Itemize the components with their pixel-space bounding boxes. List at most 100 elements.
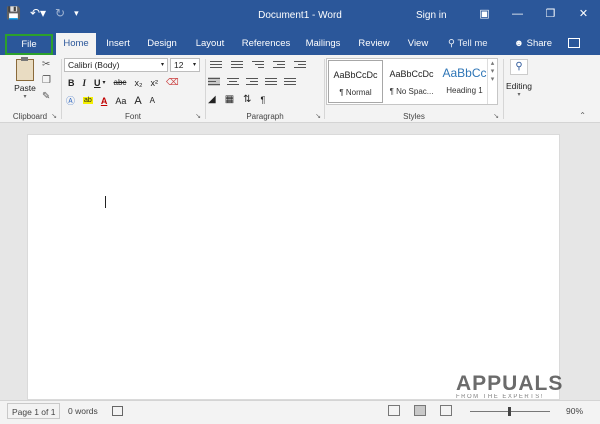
- clear-formatting-icon[interactable]: ⌫: [166, 77, 179, 88]
- align-right-icon[interactable]: [246, 77, 258, 86]
- bullets-icon[interactable]: [210, 60, 222, 69]
- appuals-watermark: APPUALS FROM THE EXPERTS!: [456, 372, 594, 412]
- multilevel-list-icon[interactable]: [252, 60, 264, 69]
- read-mode-icon[interactable]: [388, 405, 400, 416]
- font-group: Calibri (Body) ▾ 12 ▾ B I U ▾ abc x₂ x² …: [62, 55, 204, 123]
- share-label: Share: [526, 38, 552, 49]
- document-page[interactable]: [27, 134, 560, 400]
- clipboard-group: Paste ▾ ✂ ❐ ✎ Clipboard ↘: [0, 55, 60, 123]
- watermark-tagline: FROM THE EXPERTS!: [456, 394, 544, 400]
- show-formatting-button[interactable]: ¶: [261, 95, 266, 105]
- title-bar: 💾 ↶▾ ↻ ▾ Document1 - Word Sign in ▣ — ❐ …: [0, 0, 600, 33]
- tab-design[interactable]: Design: [145, 33, 179, 55]
- increase-indent-icon[interactable]: [294, 60, 306, 69]
- format-painter-icon[interactable]: ✎: [42, 91, 51, 102]
- font-size-select[interactable]: 12 ▾: [170, 58, 200, 72]
- shrink-font-button[interactable]: A: [150, 96, 155, 105]
- close-icon[interactable]: ✕: [567, 4, 600, 24]
- tab-references[interactable]: References: [240, 33, 292, 55]
- undo-icon[interactable]: ↶▾: [30, 6, 46, 20]
- quick-access-toolbar: 💾 ↶▾ ↻ ▾: [6, 6, 79, 20]
- tab-view[interactable]: View: [403, 33, 433, 55]
- grow-font-button[interactable]: A: [134, 95, 141, 107]
- align-left-icon[interactable]: [208, 77, 220, 86]
- borders-icon[interactable]: ▦: [225, 94, 234, 105]
- shading-icon[interactable]: ◢: [208, 94, 216, 105]
- cut-icon[interactable]: ✂: [42, 59, 51, 70]
- decrease-indent-icon[interactable]: [273, 60, 285, 69]
- tab-file[interactable]: File: [5, 34, 53, 55]
- chevron-down-icon: ▾: [517, 92, 521, 98]
- tab-home[interactable]: Home: [56, 33, 96, 55]
- bold-button[interactable]: B: [68, 78, 75, 88]
- underline-button[interactable]: U: [94, 78, 101, 88]
- minimize-icon[interactable]: —: [501, 4, 534, 24]
- document-title: Document1 - Word: [258, 10, 342, 21]
- find-icon: ⚲: [510, 59, 528, 75]
- watermark-logo: APPUALS: [456, 372, 564, 395]
- editing-group[interactable]: ⚲ Editing ▾: [504, 55, 534, 123]
- print-layout-icon[interactable]: [414, 405, 426, 416]
- editing-label: Editing: [506, 81, 532, 91]
- font-color-icon[interactable]: A: [101, 96, 108, 106]
- align-center-icon[interactable]: [227, 77, 239, 86]
- sort-icon[interactable]: ⇅: [243, 94, 251, 105]
- comments-icon[interactable]: [568, 38, 580, 48]
- change-case-button[interactable]: Aa: [115, 96, 126, 106]
- chevron-down-icon: ▾: [102, 80, 106, 86]
- paste-icon: [16, 57, 34, 81]
- paste-button[interactable]: Paste ▾: [10, 57, 40, 100]
- styles-group-label: Styles: [403, 112, 425, 121]
- clipboard-launcher-icon[interactable]: ↘: [51, 112, 57, 120]
- ribbon-tabs: File Home Insert Design Layout Reference…: [0, 33, 600, 55]
- strikethrough-button[interactable]: abc: [114, 78, 127, 87]
- proofing-icon[interactable]: [112, 406, 123, 416]
- tell-me-label: Tell me: [457, 38, 488, 49]
- superscript-button[interactable]: x²: [150, 78, 158, 88]
- chevron-down-icon: ▾: [160, 62, 164, 68]
- italic-button[interactable]: I: [83, 78, 87, 88]
- lightbulb-icon: ⚲: [448, 38, 455, 49]
- text-cursor: [105, 196, 106, 208]
- word-count[interactable]: 0 words: [64, 403, 102, 419]
- styles-launcher-icon[interactable]: ↘: [493, 112, 499, 120]
- web-layout-icon[interactable]: [440, 405, 452, 416]
- justify-icon[interactable]: [265, 77, 277, 86]
- redo-icon[interactable]: ↻: [55, 6, 65, 20]
- tell-me-box[interactable]: ⚲ Tell me: [448, 33, 488, 55]
- sign-in-link[interactable]: Sign in: [416, 10, 447, 21]
- share-button[interactable]: ☻ Share: [514, 33, 552, 55]
- styles-group: Styles ↘: [326, 55, 502, 123]
- window-controls: ▣ — ❐ ✕: [468, 4, 600, 24]
- save-icon[interactable]: 💾: [6, 6, 21, 20]
- font-size-value: 12: [174, 60, 184, 70]
- tab-layout[interactable]: Layout: [192, 33, 228, 55]
- highlight-icon[interactable]: ab: [83, 97, 93, 104]
- font-name-select[interactable]: Calibri (Body) ▾: [64, 58, 168, 72]
- text-effects-icon[interactable]: Ⓐ: [66, 94, 75, 107]
- person-icon: ☻: [514, 38, 524, 49]
- ribbon-home: Paste ▾ ✂ ❐ ✎ Clipboard ↘ Calibri (Body)…: [0, 55, 600, 123]
- word-window: 💾 ↶▾ ↻ ▾ Document1 - Word Sign in ▣ — ❐ …: [0, 0, 600, 424]
- font-name-value: Calibri (Body): [68, 60, 120, 70]
- customize-qat-icon[interactable]: ▾: [74, 8, 79, 19]
- divider: [324, 59, 325, 119]
- copy-icon[interactable]: ❐: [42, 75, 51, 86]
- paragraph-group: ◢ ▦ ⇅ ¶ Paragraph ↘: [206, 55, 324, 123]
- ribbon-display-options-icon[interactable]: ▣: [468, 4, 501, 24]
- page-count[interactable]: Page 1 of 1: [7, 403, 61, 419]
- tab-mailings[interactable]: Mailings: [303, 33, 343, 55]
- line-spacing-icon[interactable]: [284, 77, 296, 86]
- numbering-icon[interactable]: [231, 60, 243, 69]
- collapse-ribbon-icon[interactable]: ⌃: [579, 111, 586, 120]
- paragraph-group-label: Paragraph: [246, 112, 284, 121]
- chevron-down-icon: ▾: [192, 62, 196, 68]
- paste-label: Paste: [14, 83, 36, 93]
- tab-insert[interactable]: Insert: [103, 33, 133, 55]
- restore-icon[interactable]: ❐: [534, 4, 567, 24]
- tab-review[interactable]: Review: [357, 33, 391, 55]
- font-group-label: Font: [124, 112, 141, 121]
- font-launcher-icon[interactable]: ↘: [195, 112, 201, 120]
- subscript-button[interactable]: x₂: [134, 78, 142, 88]
- paragraph-launcher-icon[interactable]: ↘: [315, 112, 321, 120]
